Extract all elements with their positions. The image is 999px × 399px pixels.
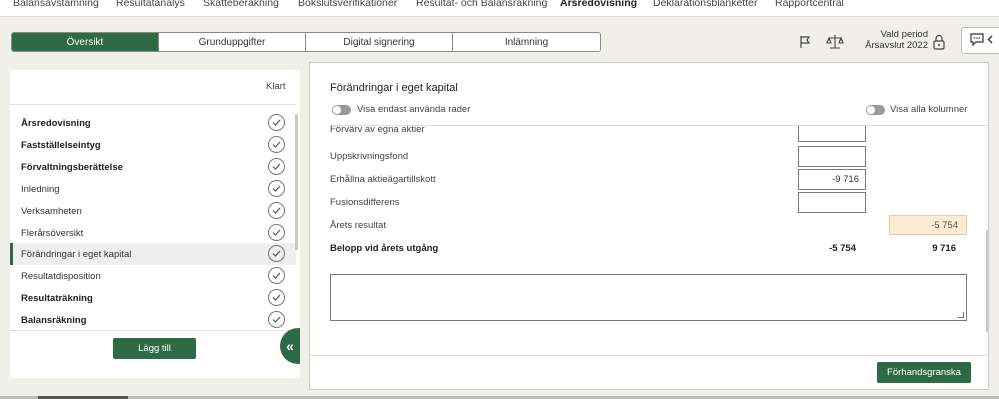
- toggle-all-columns-label: Visa alla kolumner: [890, 104, 968, 115]
- row-label-uppskrivningsfond: Uppskrivningsfond: [330, 151, 409, 162]
- divider: [10, 330, 296, 331]
- klart-header: Klart: [266, 81, 286, 92]
- sidebar-item-faststallelseintyg[interactable]: Fastställelseintyg: [10, 134, 296, 156]
- check-circle-icon[interactable]: [268, 245, 285, 262]
- cell-fusionsdifferens[interactable]: [798, 192, 866, 213]
- nav-resultatanalys[interactable]: Resultatanalys: [116, 0, 185, 9]
- main-scrollbar[interactable]: [986, 230, 989, 332]
- period-value: Årsavslut 2022: [865, 40, 928, 51]
- sidebar-item-label: Inledning: [21, 183, 60, 195]
- sidebar-item-label: Balansräkning: [21, 314, 87, 326]
- chat-icon: [969, 32, 985, 49]
- resize-grip-icon[interactable]: [958, 312, 964, 318]
- chevron-left-icon: [987, 35, 993, 47]
- nav-balansavstamning[interactable]: Balansavstämning: [13, 0, 99, 9]
- sidebar-item-forvaltningsberattelse[interactable]: Förvaltningsberättelse: [10, 156, 296, 178]
- add-button[interactable]: Lägg till: [113, 338, 196, 359]
- nav-bokslutsverifikationer[interactable]: Bokslutsverifikationer: [298, 0, 397, 9]
- sidebar-item-verksamheten[interactable]: Verksamheten: [10, 200, 296, 222]
- sidebar-item-resultatrakning[interactable]: Resultaträkning: [10, 287, 296, 309]
- sidebar-item-arsredovisning[interactable]: Årsredovisning: [10, 112, 296, 134]
- chat-button[interactable]: [961, 27, 999, 54]
- balance-scale-icon[interactable]: [826, 33, 844, 51]
- tab-digital-signering[interactable]: Digital signering: [306, 33, 453, 51]
- nav-skatteberakning[interactable]: Skatteberäkning: [203, 0, 279, 9]
- header-divider: [330, 125, 988, 126]
- total-col2: 9 716: [932, 243, 956, 254]
- check-circle-icon[interactable]: [268, 136, 285, 153]
- check-circle-icon[interactable]: [268, 224, 285, 241]
- preview-button[interactable]: Förhandsgranska: [877, 362, 971, 383]
- flag-icon[interactable]: [796, 33, 814, 51]
- row-label-erhallna-aktieagartillskott: Erhållna aktieägartillskott: [330, 174, 436, 185]
- sidebar-item-label: Resultaträkning: [21, 292, 93, 304]
- sidebar-item-forandringar-i-eget-kapital[interactable]: Förändringar i eget kapital: [10, 243, 296, 265]
- double-chevron-left-icon: «: [286, 338, 294, 354]
- cell-arets-resultat: -5 754: [889, 215, 967, 235]
- cell-clip: [798, 126, 866, 143]
- total-col1: -5 754: [829, 243, 856, 254]
- tab-oversikt[interactable]: Översikt: [12, 33, 159, 51]
- divider: [10, 104, 296, 105]
- cell-uppskrivningsfond[interactable]: [798, 146, 866, 167]
- check-circle-icon[interactable]: [268, 289, 285, 306]
- sidebar-scrollbar[interactable]: [295, 114, 298, 250]
- divider: [310, 355, 988, 356]
- sidebar-item-label: Resultatdisposition: [21, 270, 101, 282]
- row-label-forvarv-egna-aktier: Förvärv av egna aktier: [330, 126, 425, 135]
- lock-icon[interactable]: [932, 34, 946, 53]
- sidebar-item-label: Förvaltningsberättelse: [21, 161, 123, 173]
- sidebar-item-label: Årsredovisning: [21, 117, 91, 129]
- section-title: Förändringar i eget kapital: [330, 82, 458, 94]
- toggle-all-columns[interactable]: [866, 105, 885, 115]
- check-circle-icon[interactable]: [268, 202, 285, 219]
- check-circle-icon[interactable]: [268, 114, 285, 131]
- sidebar-item-label: Verksamheten: [21, 205, 82, 217]
- sidebar-item-inledning[interactable]: Inledning: [10, 178, 296, 200]
- sidebar-item-label: Fastställelseintyg: [21, 139, 101, 151]
- row-label-arets-resultat: Årets resultat: [330, 220, 386, 231]
- cell-erhallna-aktieagartillskott[interactable]: -9 716: [798, 169, 866, 190]
- sidebar-item-label: Förändringar i eget kapital: [21, 248, 132, 260]
- nav-resultat-och-balansrakning[interactable]: Resultat- och Balansräkning: [416, 0, 547, 9]
- toggle-used-rows[interactable]: [332, 105, 351, 115]
- check-circle-icon[interactable]: [268, 311, 285, 328]
- check-circle-icon[interactable]: [268, 180, 285, 197]
- sidebar-item-resultatdisposition[interactable]: Resultatdisposition: [10, 265, 296, 287]
- nav-arsredovisning[interactable]: Årsredovisning: [560, 0, 637, 9]
- sidebar-item-label: Flerårsöversikt: [21, 227, 84, 239]
- toggle-used-rows-label: Visa endast använda rader: [357, 104, 471, 115]
- cell-forvarv-egna-aktier[interactable]: [798, 126, 866, 142]
- period-label: Vald period: [880, 29, 928, 40]
- tab-inlamning[interactable]: Inlämning: [453, 33, 600, 51]
- sub-tabs: Översikt Grunduppgifter Digital signerin…: [11, 32, 601, 52]
- comment-textarea[interactable]: [330, 274, 967, 321]
- nav-deklarationsblanketter[interactable]: Deklarationsblanketter: [653, 0, 757, 9]
- sidebar-item-flerarsoversikt[interactable]: Flerårsöversikt: [10, 222, 296, 244]
- check-circle-icon[interactable]: [268, 158, 285, 175]
- check-circle-icon[interactable]: [268, 267, 285, 284]
- nav-rapportcentral[interactable]: Rapportcentral: [775, 0, 844, 9]
- row-label-belopp-vid-arets-utgang: Belopp vid årets utgång: [330, 243, 439, 254]
- top-navigation: Balansavstämning Resultatanalys Skattebe…: [0, 0, 999, 17]
- row-label-fusionsdifferens: Fusionsdifferens: [330, 197, 400, 208]
- tab-grunduppgifter[interactable]: Grunduppgifter: [159, 33, 306, 51]
- sidebar-item-balansrakning[interactable]: Balansräkning: [10, 309, 296, 331]
- period-info: Vald period Årsavslut 2022: [864, 29, 928, 51]
